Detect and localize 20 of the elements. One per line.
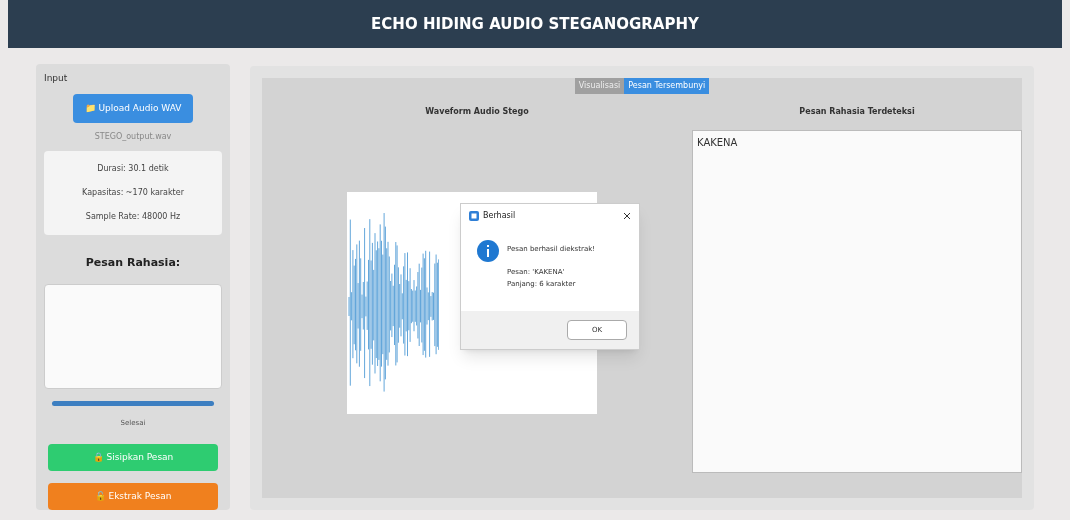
message-label: Pesan Rahasia:: [85, 255, 181, 271]
dialog-title: Berhasil: [483, 210, 516, 222]
message-input[interactable]: [44, 283, 222, 389]
info-icon: [477, 240, 499, 262]
extracted-title: Pesan Rahasia Terdeteksi: [799, 106, 915, 118]
tab[interactable]: Pesan Tersembunyi: [624, 78, 710, 94]
info-text: Durasi: 30.1 detik: [97, 163, 169, 175]
panel-title: Input: [44, 72, 69, 85]
waveform-title: Waveform Audio Stego: [425, 106, 529, 118]
app-icon: [469, 211, 479, 221]
extracted-message-field[interactable]: KAKENA: [692, 130, 1022, 473]
upload-button[interactable]: 📁 Upload Audio WAV: [72, 93, 194, 123]
embed-button[interactable]: 🔒 Sisipkan Pesan: [48, 444, 218, 471]
close-icon[interactable]: [623, 212, 631, 220]
extract-button[interactable]: 🔓 Ekstrak Pesan: [48, 483, 218, 510]
file-name: STEGO_output.wav: [94, 131, 172, 143]
tab[interactable]: Visualisasi: [574, 78, 625, 94]
info-text: Sample Rate: 48000 Hz: [85, 211, 181, 223]
app-title: ECHO HIDING AUDIO STEGANOGRAPHY: [371, 13, 699, 35]
info-text: Kapasitas: ~170 karakter: [82, 187, 184, 199]
